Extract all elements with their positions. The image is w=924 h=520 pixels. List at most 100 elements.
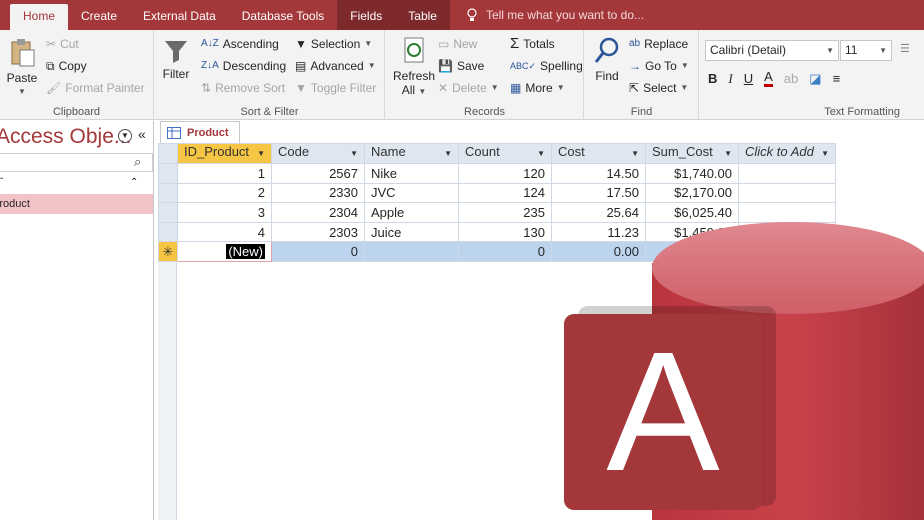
tables-section-chevron[interactable]: ˇ [0,177,3,188]
fill-color-icon[interactable]: ◪ [809,71,821,87]
cell-sum-cost[interactable]: $1,740.00 [645,163,739,184]
column-header-count[interactable]: Count ▼ [458,143,552,164]
cell-count[interactable]: 130 [458,221,552,243]
tab-external-data[interactable]: External Data [130,0,229,30]
cell-name[interactable]: Nike [364,163,459,184]
cell-cost[interactable]: 17.50 [551,182,646,204]
cell-count[interactable]: 235 [458,202,552,223]
cell-code[interactable]: 2330 [271,182,365,204]
column-header-code[interactable]: Code ▼ [271,143,365,164]
sort-caret-icon[interactable]: ▼ [537,145,545,163]
cell-name[interactable]: Juice [364,221,459,243]
row-selector[interactable] [158,221,178,243]
font-size-dropdown[interactable]: 11 ▼ [840,40,892,61]
cell-name[interactable]: JVC [364,182,459,204]
descending-button[interactable]: Z↓A Descending [201,56,286,76]
header-row: ID_Product ▼ Code ▼ Name ▼ Count ▼ Cost ▼ Sum… [158,143,836,164]
row-selector[interactable] [158,202,178,223]
find-button[interactable]: Find [591,36,623,83]
nav-item-product[interactable]: Product [0,194,153,214]
column-header-cost[interactable]: Cost ▼ [551,143,646,164]
column-header-click-to-add[interactable]: Click to Add ▼ [738,143,836,164]
toggle-filter-button[interactable]: ▼ Toggle Filter [295,78,376,98]
nav-search-input[interactable] [0,153,153,172]
cell-count[interactable]: 120 [458,163,552,184]
table-row[interactable]: 2 2330 JVC 124 17.50 $2,170.00 [158,182,836,204]
sort-caret-icon[interactable]: ▼ [350,145,358,163]
new-record-star-icon[interactable]: ✳ [158,241,178,262]
collapse-pane-icon[interactable]: « [138,126,146,142]
select-all-corner[interactable] [158,143,178,164]
more-button[interactable]: ▦ More ▼ [510,78,565,98]
highlight-icon[interactable]: ab [784,71,798,86]
totals-button[interactable]: Σ Totals [510,34,555,54]
cell-id[interactable]: 2 [177,182,272,204]
collapse-section-icon[interactable]: ⌃ [130,177,138,188]
font-color-icon[interactable]: A [764,70,773,87]
refresh-all-button[interactable]: Refresh All ▼ [392,36,436,99]
align-left-icon[interactable]: ≡ [833,71,841,86]
italic-icon[interactable]: I [728,71,732,87]
cell-empty[interactable] [738,163,836,184]
cell-code[interactable]: 2567 [271,163,365,184]
replace-button[interactable]: ab Replace [629,34,688,54]
advanced-button[interactable]: ▤ Advanced ▼ [295,56,376,76]
cell-code-new[interactable]: 0 [271,241,365,262]
copy-button[interactable]: ⧉ Copy [46,56,87,76]
tab-create[interactable]: Create [68,0,130,30]
new-record-button[interactable]: ▭ New [438,34,477,54]
cell-id[interactable]: 3 [177,202,272,223]
sort-caret-icon[interactable]: ▼ [257,145,265,163]
tell-me-box[interactable]: Tell me what you want to do... [450,0,644,30]
nav-dropdown-icon[interactable]: ▼ [118,129,132,143]
selection-button[interactable]: ▼ Selection ▼ [295,34,372,54]
row-selector[interactable] [158,163,178,184]
cell-cost[interactable]: 14.50 [551,163,646,184]
paste-button[interactable]: Paste ▼ [4,38,40,99]
font-name-dropdown[interactable]: Calibri (Detail) ▼ [705,40,839,61]
row-selector[interactable] [158,182,178,204]
ascending-button[interactable]: A↓Z Ascending [201,34,279,54]
goto-button[interactable]: → Go To ▼ [629,56,689,76]
format-painter-button[interactable]: 🖌 Format Painter [46,78,145,98]
cell-id[interactable]: 4 [177,221,272,243]
save-record-button[interactable]: 💾 Save [438,56,484,76]
cell-id[interactable]: 1 [177,163,272,184]
cell-count[interactable]: 124 [458,182,552,204]
cell-name-new[interactable] [364,241,459,262]
bold-icon[interactable]: B [708,71,717,86]
spelling-icon: ABC✓ [510,61,537,71]
table-row[interactable]: 1 2567 Nike 120 14.50 $1,740.00 [158,163,836,184]
remove-sort-button[interactable]: ⇅ Remove Sort [201,78,285,98]
bullets-icon[interactable]: ☰ [900,42,910,55]
nav-pane-title[interactable]: Access Obje... [0,125,131,149]
select-button[interactable]: ⇱ Select ▼ [629,78,688,98]
tab-table[interactable]: Table [395,0,450,30]
add-column-caret-icon[interactable]: ▼ [821,145,829,163]
sort-caret-icon[interactable]: ▼ [631,145,639,163]
tab-database-tools[interactable]: Database Tools [229,0,338,30]
cell-code[interactable]: 2303 [271,221,365,243]
document-tab-product[interactable]: Product [160,121,240,143]
sort-caret-icon[interactable]: ▼ [724,145,732,163]
column-header-sum-cost[interactable]: Sum_Cost ▼ [645,143,739,164]
filter-button[interactable]: Filter [161,38,191,81]
cell-empty[interactable] [738,182,836,204]
refresh-label: Refresh [392,69,436,83]
cell-name[interactable]: Apple [364,202,459,223]
ascending-label: Ascending [222,37,279,51]
spelling-button[interactable]: ABC✓ Spelling [510,56,583,76]
tab-fields[interactable]: Fields [337,0,396,30]
records-group: Refresh All ▼ ▭ New 💾 Save ✕ Delete ▼ Σ Total… [386,30,584,120]
cut-button[interactable]: ✂ Cut [46,34,79,54]
cell-sum-cost[interactable]: $2,170.00 [645,182,739,204]
delete-record-button[interactable]: ✕ Delete ▼ [438,78,499,98]
tab-home[interactable]: Home [10,4,69,30]
cell-id-new[interactable]: (New) [177,241,272,262]
column-header-name[interactable]: Name ▼ [364,143,459,164]
column-header-id-product[interactable]: ID_Product ▼ [177,143,272,164]
cell-count-new[interactable]: 0 [458,241,552,262]
underline-icon[interactable]: U [744,71,753,86]
cell-code[interactable]: 2304 [271,202,365,223]
sort-caret-icon[interactable]: ▼ [444,145,452,163]
